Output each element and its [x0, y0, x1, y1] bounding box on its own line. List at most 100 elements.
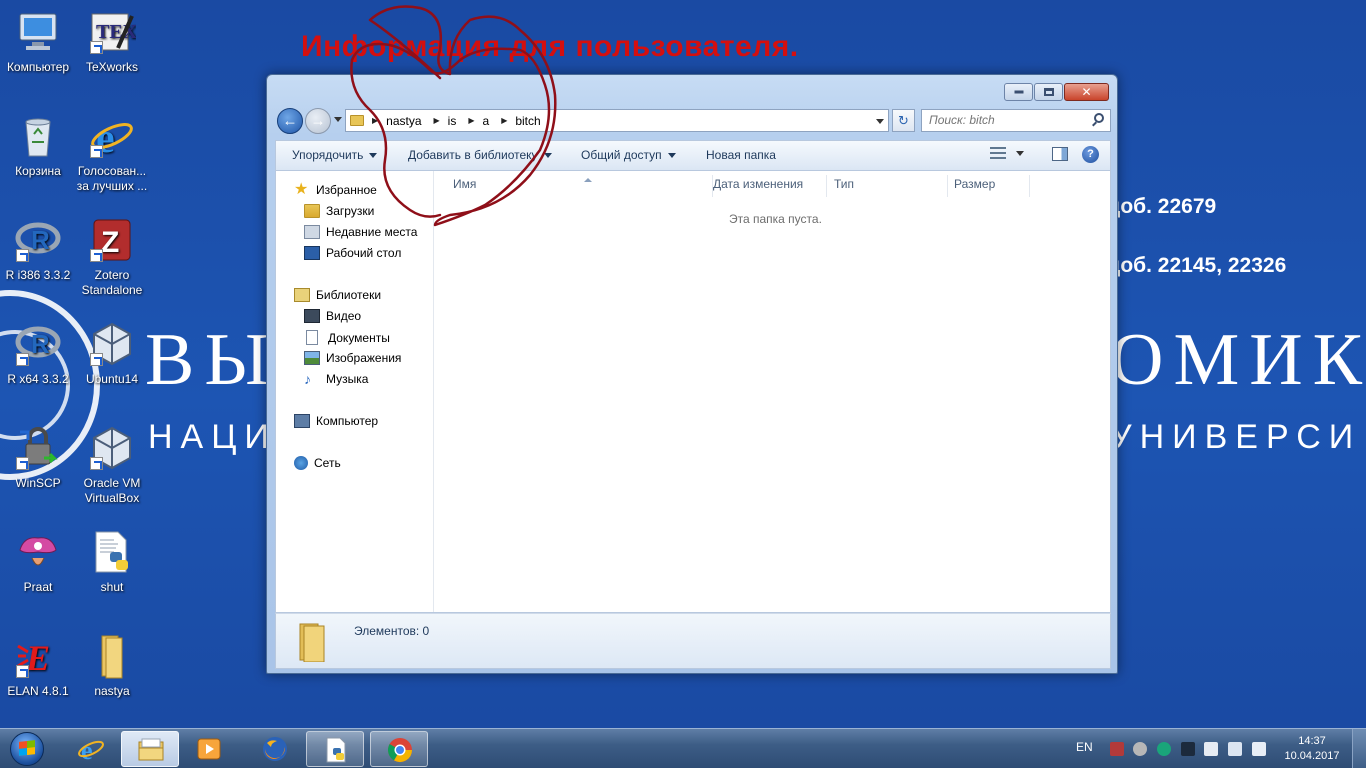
desktop-icon-praat[interactable]: Praat — [0, 528, 76, 595]
desktop-icon-label: ELAN 4.8.1 — [7, 684, 69, 698]
column-header-size[interactable]: Размер — [948, 175, 1030, 197]
folder-icon — [350, 115, 364, 126]
recent-places-icon — [304, 225, 320, 239]
nav-item-video[interactable]: Видео — [304, 309, 361, 323]
help-button[interactable]: ? — [1082, 146, 1099, 163]
minimize-button[interactable] — [1004, 83, 1033, 101]
taskbar-media-player[interactable] — [181, 731, 239, 767]
back-arrow-icon: ← — [282, 112, 298, 130]
annotation-text: Информация для пользователя. — [301, 30, 799, 63]
desktop-icon-winscp[interactable]: WinSCP — [0, 424, 76, 491]
desktop-icon-texworks[interactable]: TEX TeXworks — [74, 8, 150, 75]
star-icon: ★ — [294, 181, 309, 198]
breadcrumb-item[interactable]: ▶ nastya — [372, 114, 434, 128]
desktop-icon-recycle-bin[interactable]: Корзина — [0, 112, 76, 179]
r-logo-icon: R — [14, 320, 62, 368]
desktop-icon-shut[interactable]: shut — [74, 528, 150, 595]
back-button[interactable]: ← — [277, 108, 303, 134]
maximize-button[interactable] — [1034, 83, 1063, 101]
preview-pane-button[interactable] — [1052, 147, 1068, 161]
column-header-type[interactable]: Тип — [828, 175, 948, 197]
taskbar-firefox[interactable] — [246, 731, 304, 767]
shortcut-arrow-icon — [16, 457, 29, 470]
tray-sync-icon[interactable] — [1133, 742, 1147, 756]
desktop-icon-label: Zotero Standalone — [81, 268, 143, 297]
organize-button[interactable]: Упорядочить — [292, 148, 378, 162]
volume-icon[interactable] — [1252, 742, 1266, 756]
add-to-library-label: Добавить в библиотеку — [408, 148, 538, 162]
libraries-icon — [294, 288, 310, 302]
media-player-icon — [197, 738, 221, 760]
nav-item-favorites[interactable]: ★ Избранное — [294, 181, 377, 198]
shortcut-arrow-icon — [90, 457, 103, 470]
svg-text:R: R — [31, 225, 50, 255]
desktop-icon-ubuntu14[interactable]: Ubuntu14 — [74, 320, 150, 387]
new-folder-button[interactable]: Новая папка — [706, 148, 776, 162]
nav-item-downloads[interactable]: Загрузки — [304, 204, 374, 218]
forward-button[interactable]: → — [305, 108, 331, 134]
nav-item-desktop[interactable]: Рабочий стол — [304, 246, 401, 260]
breadcrumb-item[interactable]: ▶ bitch — [501, 114, 553, 128]
shortcut-arrow-icon — [90, 41, 103, 54]
desktop-icon-zotero[interactable]: Z Zotero Standalone — [74, 216, 150, 298]
tray-clipboard-icon[interactable] — [1204, 742, 1218, 756]
python-file-icon — [326, 737, 346, 763]
share-button[interactable]: Общий доступ — [581, 148, 676, 162]
search-icon[interactable] — [1094, 113, 1104, 123]
desktop-icon-r-i386[interactable]: R R i386 3.3.2 — [0, 216, 76, 283]
taskbar-explorer[interactable] — [121, 731, 179, 767]
breadcrumb-label: is — [447, 113, 457, 128]
desktop-icon-label: R i386 3.3.2 — [5, 268, 71, 282]
desktop-icon-nastya-folder[interactable]: nastya — [74, 632, 150, 699]
nav-item-documents[interactable]: Документы — [306, 330, 390, 345]
start-button[interactable] — [4, 730, 52, 768]
taskbar-chrome[interactable] — [370, 731, 428, 767]
network-icon[interactable] — [1228, 742, 1242, 756]
nav-item-computer[interactable]: Компьютер — [294, 414, 378, 428]
tray-elan-icon[interactable] — [1157, 742, 1171, 756]
folder-icon — [138, 738, 164, 761]
desktop-icon-computer[interactable]: Компьютер — [0, 8, 76, 75]
taskbar-python[interactable] — [306, 731, 364, 767]
nav-item-network[interactable]: Сеть — [294, 456, 341, 470]
desktop-icon-virtualbox[interactable]: Oracle VM VirtualBox — [74, 424, 150, 506]
desktop-icon-r-x64[interactable]: R R x64 3.3.2 — [0, 320, 76, 387]
column-header-name[interactable]: Имя — [447, 175, 713, 197]
desktop-icon-vote[interactable]: e Голосован... за лучших ... — [74, 112, 150, 194]
column-header-label: Размер — [954, 177, 996, 191]
desktop-icon-label: WinSCP — [15, 476, 61, 490]
recent-pages-dropdown[interactable] — [334, 117, 342, 122]
zotero-icon: Z — [88, 216, 136, 264]
maximize-icon — [1043, 88, 1054, 96]
tray-app-icon[interactable] — [1110, 742, 1124, 756]
help-icon: ? — [1087, 148, 1094, 160]
change-view-button[interactable] — [990, 147, 1024, 159]
refresh-button[interactable]: ↻ — [892, 109, 915, 132]
breadcrumb-item[interactable]: ▶ is — [434, 114, 469, 128]
show-desktop-button[interactable] — [1352, 729, 1366, 768]
address-bar[interactable]: ▶ nastya ▶ is ▶ a ▶ bitch — [345, 109, 889, 132]
language-indicator[interactable]: EN — [1076, 740, 1093, 754]
nav-item-images[interactable]: Изображения — [304, 351, 401, 365]
shortcut-arrow-icon — [16, 249, 29, 262]
chevron-down-icon — [1016, 150, 1024, 156]
close-button[interactable]: ✕ — [1064, 83, 1109, 101]
taskbar-internet-explorer[interactable]: e — [62, 731, 120, 767]
nav-item-music[interactable]: ♪ Музыка — [304, 372, 368, 386]
add-to-library-button[interactable]: Добавить в библиотеку — [408, 148, 552, 162]
desktop-icon-label: Oracle VM VirtualBox — [83, 476, 141, 505]
breadcrumb-item[interactable]: ▶ a — [468, 114, 501, 128]
shortcut-arrow-icon — [90, 249, 103, 262]
clock[interactable]: 14:37 10.04.2017 — [1284, 734, 1340, 764]
nav-item-libraries[interactable]: Библиотеки — [294, 288, 381, 302]
downloads-folder-icon — [304, 204, 320, 218]
network-icon — [294, 456, 308, 470]
desktop-icon-elan[interactable]: E ELAN 4.8.1 — [0, 632, 76, 699]
tray-monitor-icon[interactable] — [1181, 742, 1195, 756]
address-dropdown-button[interactable] — [876, 119, 884, 124]
column-header-modified[interactable]: Дата изменения — [707, 175, 827, 197]
desktop-icon-label: nastya — [94, 684, 130, 698]
nav-item-recent[interactable]: Недавние места — [304, 225, 417, 239]
search-box[interactable] — [921, 109, 1111, 132]
search-input[interactable] — [922, 110, 1082, 130]
